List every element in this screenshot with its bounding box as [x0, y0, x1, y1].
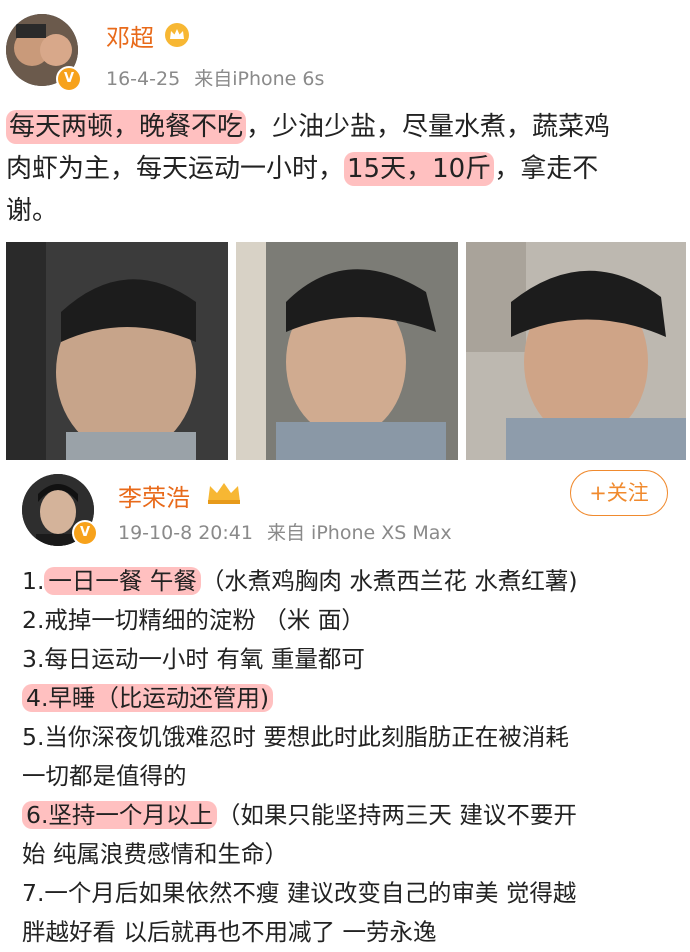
- username[interactable]: 邓超: [106, 18, 154, 53]
- post-line-2: 肉虾为主，每天运动一小时， 15天，10斤 ，拿走不: [6, 148, 686, 190]
- crown-icon: [204, 480, 244, 510]
- text-segment: （水煮鸡胸肉 水煮西兰花 水煮红薯): [200, 567, 578, 595]
- list-item: 3.每日运动一小时 有氧 重量都可: [22, 640, 682, 679]
- highlight-diet: 每天两顿，晚餐不吃: [6, 110, 247, 144]
- post-list: 1. 一日一餐 午餐 （水煮鸡胸肉 水煮西兰花 水煮红薯) 2.戒掉一切精细的淀粉 …: [22, 562, 682, 952]
- username[interactable]: 李荣浩: [118, 478, 190, 513]
- text-segment: 始 纯属浪费感情和生命）: [22, 840, 288, 868]
- highlight-sleep: 4.早睡（比运动还管用): [22, 684, 274, 712]
- text-segment: 2.戒掉一切精细的淀粉 （米 面）: [22, 606, 365, 634]
- text-segment: ，拿走不: [494, 154, 599, 184]
- timestamp: 16-4-25: [106, 68, 181, 90]
- photo-1[interactable]: [6, 242, 228, 460]
- timestamp: 19-10-8 20:41: [118, 522, 253, 544]
- post-meta: 19-10-8 20:41 来自 iPhone XS Max: [118, 518, 452, 545]
- text-segment: 3.每日运动一小时 有氧 重量都可: [22, 645, 365, 673]
- list-item: 4.早睡（比运动还管用): [22, 679, 682, 718]
- source: 来自 iPhone XS Max: [267, 522, 452, 544]
- list-item: 7.一个月后如果依然不瘦 建议改变自己的审美 觉得越: [22, 874, 682, 913]
- post-line-1: 每天两顿，晚餐不吃 ，少油少盐，尽量水煮，蔬菜鸡: [6, 106, 686, 148]
- list-item: 1. 一日一餐 午餐 （水煮鸡胸肉 水煮西兰花 水煮红薯): [22, 562, 682, 601]
- list-item: 胖越好看 以后就再也不用减了 一劳永逸: [22, 913, 682, 952]
- follow-button[interactable]: +关注: [570, 470, 668, 516]
- text-segment: 一切都是值得的: [22, 762, 187, 790]
- text-segment: 谢。: [6, 196, 59, 226]
- verified-badge-icon: V: [72, 520, 98, 546]
- verified-badge-icon: V: [56, 66, 82, 92]
- photo-2[interactable]: [236, 242, 458, 460]
- highlight-one-meal: 一日一餐 午餐: [44, 567, 201, 595]
- list-item: 始 纯属浪费感情和生命）: [22, 835, 682, 874]
- highlight-result: 15天，10斤: [344, 152, 495, 186]
- post-line-3: 谢。: [6, 190, 686, 232]
- text-segment: ，少油少盐，尽量水煮，蔬菜鸡: [246, 112, 611, 142]
- text-segment: 5.当你深夜饥饿难忍时 要想此时此刻脂肪正在被消耗: [22, 723, 569, 751]
- list-item: 6.坚持一个月以上 （如果只能坚持两三天 建议不要开: [22, 796, 682, 835]
- list-item: 一切都是值得的: [22, 757, 682, 796]
- source: 来自iPhone 6s: [194, 68, 325, 90]
- list-item: 5.当你深夜饥饿难忍时 要想此时此刻脂肪正在被消耗: [22, 718, 682, 757]
- post-text: 每天两顿，晚餐不吃 ，少油少盐，尽量水煮，蔬菜鸡 肉虾为主，每天运动一小时， 15天…: [6, 106, 686, 232]
- post-meta: 16-4-25 来自iPhone 6s: [106, 64, 324, 91]
- text-segment: 胖越好看 以后就再也不用减了 一劳永逸: [22, 918, 437, 946]
- text-segment: 7.一个月后如果依然不瘦 建议改变自己的审美 觉得越: [22, 879, 577, 907]
- crown-icon: [164, 22, 190, 52]
- highlight-persist: 6.坚持一个月以上: [22, 801, 217, 829]
- photo-3[interactable]: [466, 242, 686, 460]
- text-segment: （如果只能坚持两三天 建议不要开: [216, 801, 577, 829]
- text-segment: 1.: [22, 567, 45, 595]
- list-item: 2.戒掉一切精细的淀粉 （米 面）: [22, 601, 682, 640]
- text-segment: 肉虾为主，每天运动一小时，: [6, 154, 345, 184]
